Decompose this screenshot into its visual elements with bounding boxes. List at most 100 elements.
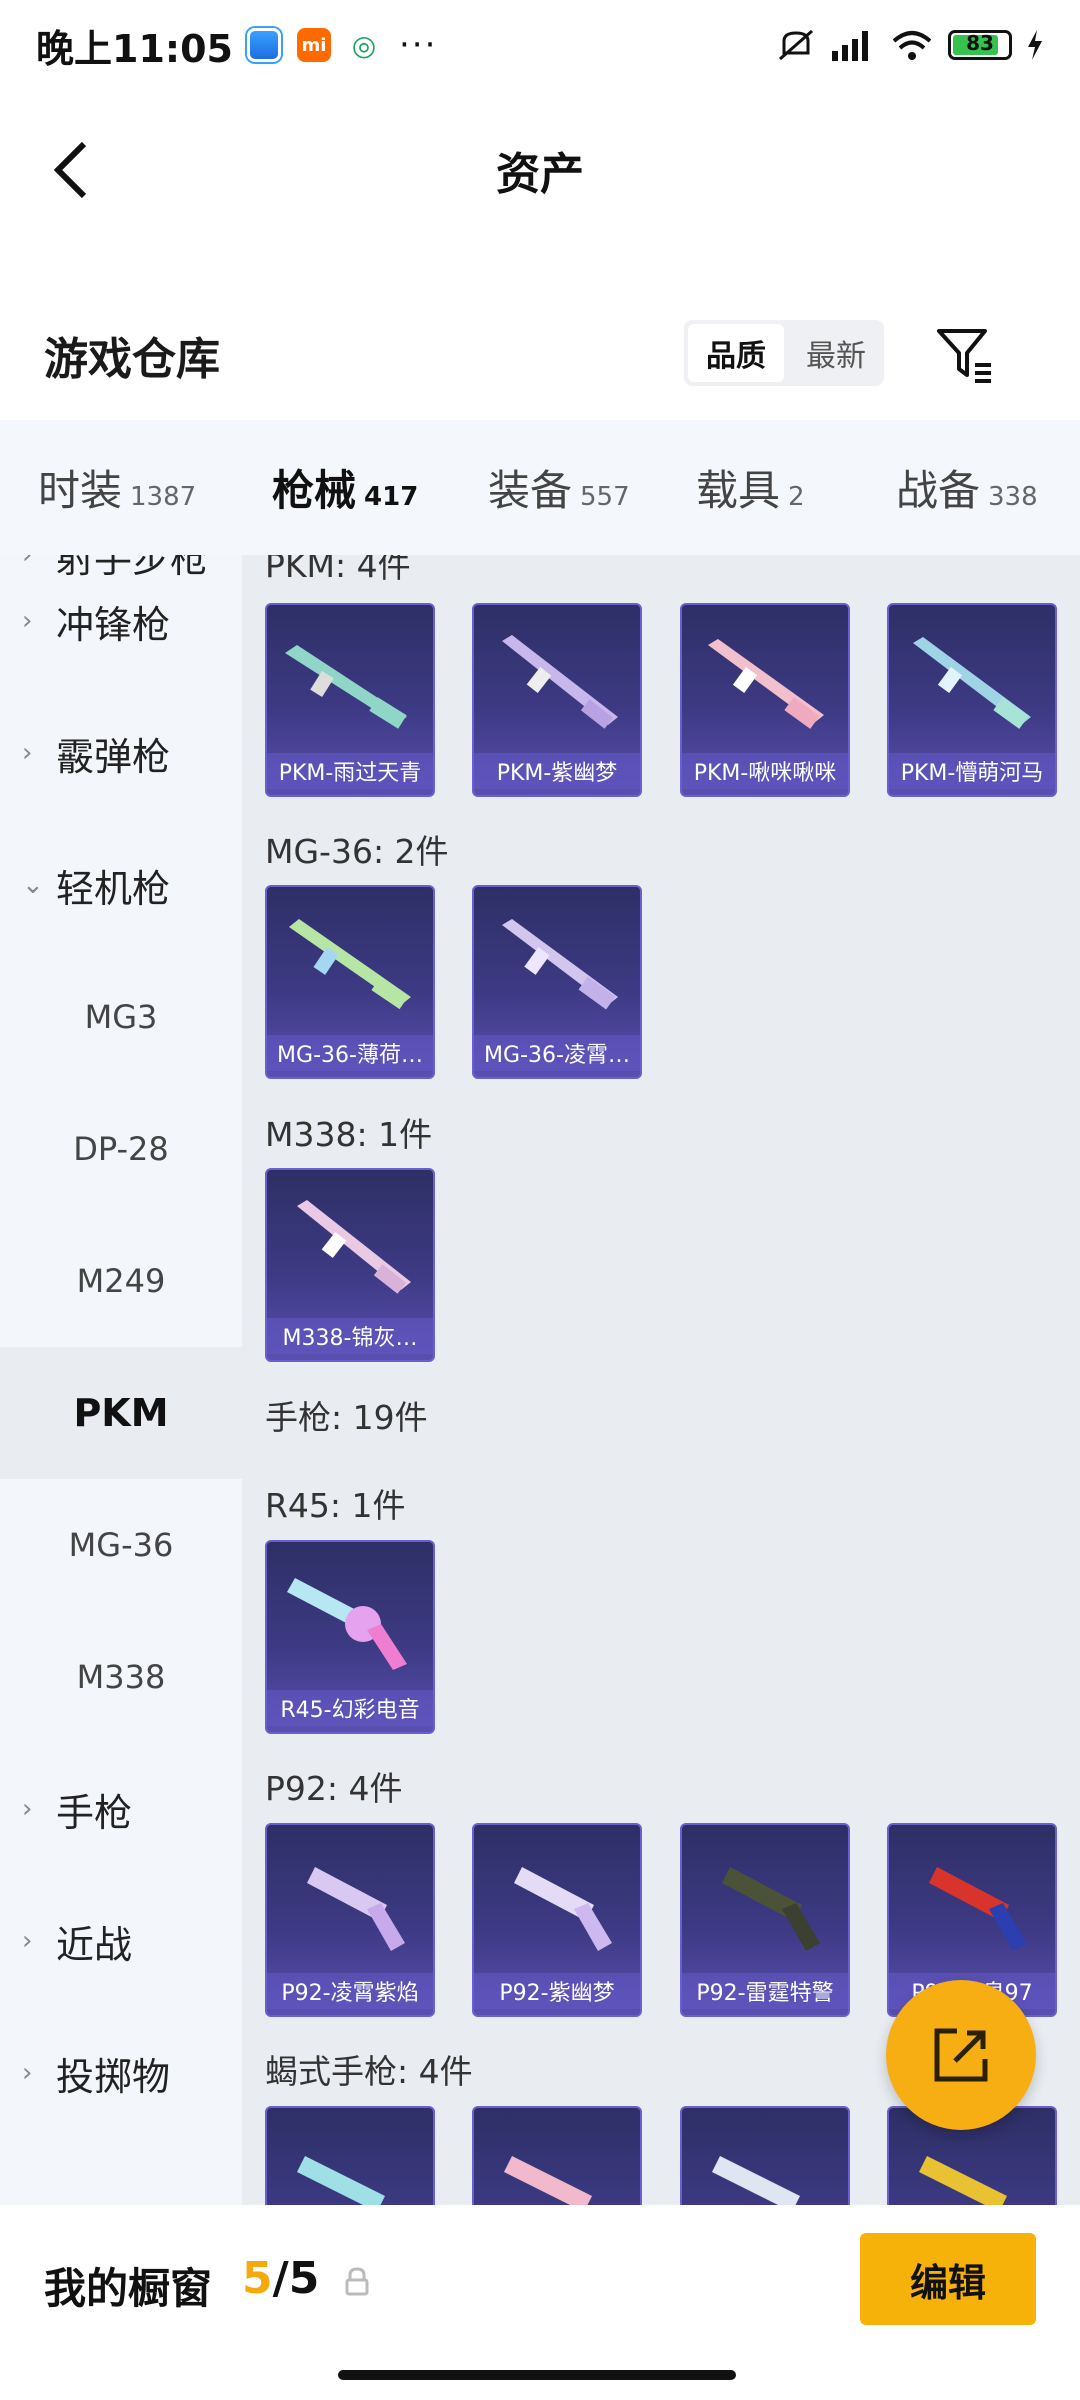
tab-weapons[interactable]: 枪械 417: [214, 457, 432, 567]
status-bar: 晚上11:05 mi ◎ ··· 83: [0, 0, 1080, 90]
revolver-skin-icon: [287, 1578, 407, 1670]
item-card[interactable]: MG-36-薄荷…: [265, 885, 435, 1079]
item-name: P92-雷霆特警: [682, 1973, 848, 2009]
pistol-skin-icon: [514, 1867, 612, 1951]
tab-label: 枪械: [272, 466, 357, 515]
smg-skin-icon: [712, 2156, 800, 2205]
share-icon: [934, 2028, 988, 2082]
sidebar-item-pistol[interactable]: › 手枪: [0, 1743, 242, 1875]
sidebar-item-pkm[interactable]: PKM: [0, 1347, 242, 1479]
top-header: 资产: [0, 100, 1080, 240]
item-name: P92-凌霄紫焰: [267, 1973, 433, 2009]
item-name: R45-幻彩电音: [267, 1690, 433, 1726]
wifi-icon: [892, 31, 932, 60]
tab-count: 1387: [130, 482, 197, 512]
item-card[interactable]: P92-紫幽梦: [472, 1823, 642, 2017]
sidebar-item-label: 冲锋枪: [56, 602, 171, 647]
sidebar-item-melee[interactable]: › 近战: [0, 1875, 242, 2007]
sort-newest-option[interactable]: 最新: [788, 320, 884, 386]
status-app-icons: mi ◎: [246, 28, 381, 62]
wallet-app-icon: [246, 28, 281, 62]
app-root: 晚上11:05 mi ◎ ··· 83 资产 游戏仓库 品质 最新 时装 138…: [0, 0, 1080, 2400]
showcase-count: 5/5: [242, 2253, 319, 2304]
rifle-skin-icon: [285, 645, 407, 729]
group-title-mg36: MG-36: 2件: [265, 832, 449, 871]
sidebar-item-mg3[interactable]: MG3: [0, 951, 242, 1083]
rifle-skin-icon: [289, 919, 411, 1010]
warehouse-header: 游戏仓库 品质 最新: [0, 300, 1080, 410]
item-name: M338-锦灰…: [267, 1318, 433, 1354]
showcase-label: 我的橱窗: [44, 2264, 213, 2313]
smg-skin-icon: [504, 2156, 592, 2205]
item-card[interactable]: M338-锦灰…: [265, 1168, 435, 1362]
edit-button[interactable]: 编辑: [860, 2233, 1036, 2325]
item-card[interactable]: P92-雷霆特警: [680, 1823, 850, 2017]
sidebar-item-dp28[interactable]: DP-28: [0, 1083, 242, 1215]
sidebar-item-m338[interactable]: M338: [0, 1611, 242, 1743]
item-card[interactable]: PKM-紫幽梦: [472, 603, 642, 797]
sort-quality-option[interactable]: 品质: [688, 324, 784, 382]
sidebar-item-label: 霰弹枪: [56, 734, 171, 779]
tab-count: 557: [580, 482, 630, 512]
pistol-skin-icon: [307, 1867, 405, 1951]
item-card[interactable]: MG-36-凌霄…: [472, 885, 642, 1079]
sidebar-item-shotgun[interactable]: › 霰弹枪: [0, 687, 242, 819]
item-card[interactable]: P92-凌霄紫焰: [265, 1823, 435, 2017]
back-button[interactable]: [30, 130, 110, 210]
warehouse-title: 游戏仓库: [44, 334, 220, 385]
tab-fashion[interactable]: 时装 1387: [0, 457, 214, 518]
tab-label: 战备: [896, 466, 981, 515]
filter-icon: [937, 329, 991, 383]
page-title: 资产: [496, 149, 584, 200]
share-fab-button[interactable]: [886, 1980, 1036, 2130]
more-notifications-icon: ···: [398, 25, 438, 65]
item-card[interactable]: PKM-雨过天青: [265, 603, 435, 797]
tab-vehicles[interactable]: 载具 2: [648, 457, 848, 518]
status-time: 晚上11:05: [36, 26, 233, 71]
tab-label: 载具: [696, 466, 781, 515]
group-title-pkm: PKM: 4件: [265, 555, 411, 585]
chevron-right-icon: ›: [22, 738, 33, 768]
pistol-skin-icon: [929, 1867, 1027, 1951]
smg-skin-icon: [919, 2156, 1007, 2205]
item-name: P92-紫幽梦: [474, 1973, 640, 2009]
chevron-right-icon: ›: [22, 2058, 33, 2088]
sidebar-item-label: 投掷物: [56, 2054, 171, 2099]
showcase-total-count: /5: [272, 2253, 320, 2304]
item-card[interactable]: PKM-懵萌河马: [887, 603, 1057, 797]
rifle-skin-icon: [708, 639, 824, 729]
home-indicator[interactable]: [338, 2370, 736, 2380]
chevron-right-icon: ›: [22, 606, 33, 636]
lock-icon: [345, 2267, 369, 2296]
sidebar-item-lmg[interactable]: ⌄ 轻机枪: [0, 819, 242, 951]
battery-level: 83: [966, 31, 994, 55]
charging-icon: [1028, 30, 1042, 60]
category-tabs: 时装 1387 枪械 417 装备 557 载具 2 战备 338: [0, 420, 1080, 567]
pistol-skin-icon: [722, 1867, 820, 1951]
tab-equipment[interactable]: 装备 557: [432, 457, 648, 518]
battery-indicator: 83: [948, 30, 1012, 60]
rifle-skin-icon: [502, 635, 618, 729]
filter-button[interactable]: [930, 322, 1000, 388]
sidebar-item-m249[interactable]: M249: [0, 1215, 242, 1347]
chevron-down-icon: ⌄: [22, 870, 44, 900]
weapon-category-sidebar: › 射手步枪 › 冲锋枪 › 霰弹枪 ⌄ 轻机枪 MG3 DP-28 M249 …: [0, 555, 242, 2205]
tab-label: 时装: [38, 466, 123, 515]
item-card[interactable]: R45-幻彩电音: [265, 1540, 435, 1734]
item-card[interactable]: PKM-啾咪啾咪: [680, 603, 850, 797]
tab-supplies[interactable]: 战备 338: [848, 457, 1080, 518]
item-card[interactable]: [680, 2106, 850, 2205]
smg-skin-icon: [297, 2156, 385, 2205]
status-right: 83: [776, 27, 1044, 63]
rifle-skin-icon: [913, 637, 1031, 729]
sidebar-item-label: 轻机枪: [56, 866, 171, 911]
mi-app-icon: mi: [296, 28, 331, 62]
group-title-p92: P92: 4件: [265, 1769, 403, 1808]
sidebar-item-throwable[interactable]: › 投掷物: [0, 2007, 242, 2139]
item-card[interactable]: [472, 2106, 642, 2205]
item-name: MG-36-薄荷…: [267, 1035, 433, 1071]
sidebar-item-smg[interactable]: › 冲锋枪: [0, 555, 242, 687]
back-arrow-icon: [53, 141, 87, 199]
sidebar-item-mg36[interactable]: MG-36: [0, 1479, 242, 1611]
item-card[interactable]: [265, 2106, 435, 2205]
